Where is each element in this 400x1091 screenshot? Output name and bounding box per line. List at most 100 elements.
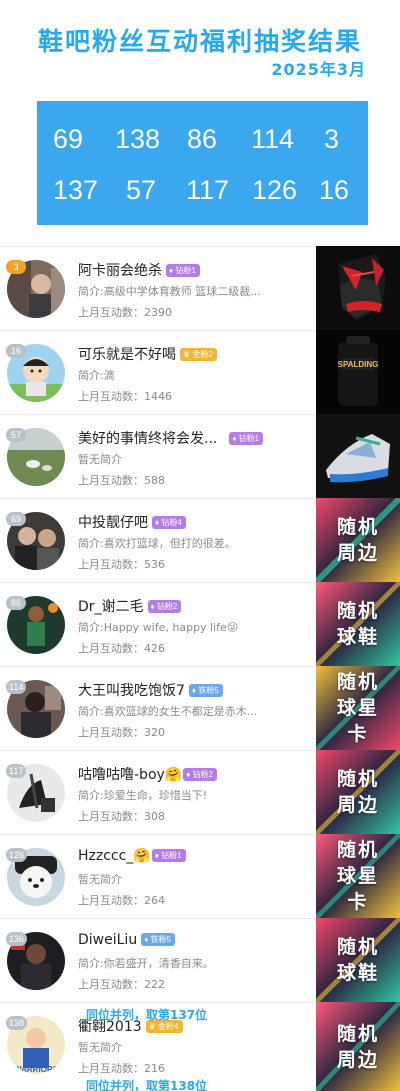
winner-name-text: 咕噜咕噜-boy: [78, 767, 165, 783]
divider: [0, 330, 316, 331]
diamond-icon: ♦: [191, 686, 197, 695]
prize-card: 随机球星卡: [316, 666, 400, 750]
prize-card: 随机周边: [316, 750, 400, 834]
winner-name-text: 阿卡丽会绝杀: [78, 263, 162, 279]
fan-level-badge: ♦ 钻粉2: [183, 768, 218, 781]
interaction-count: 上月互动数：588: [78, 474, 165, 487]
winner-name[interactable]: 美好的事情终将会发... ♦ 钻粉1: [78, 428, 264, 448]
prize-label: 随机周边: [336, 1022, 379, 1071]
fan-level-text: 金粉4: [158, 1022, 179, 1031]
interaction-count: 上月互动数：216: [78, 1062, 165, 1075]
fan-level-text: 钻粉2: [192, 770, 214, 779]
svg-text:SPALDING: SPALDING: [338, 360, 379, 369]
prize-label: 随机球星卡: [336, 839, 379, 913]
interaction-count: 上月互动数：1446: [78, 390, 172, 403]
winner-row[interactable]: 117 咕噜咕噜-boy🤗 ♦ 钻粉2 简介:珍爱生命，珍惜当下! 上月互动数：3…: [0, 750, 400, 834]
fan-level-text: 钻粉1: [161, 851, 182, 860]
winner-name-text: 中投靓仔吧: [78, 515, 148, 531]
winner-name[interactable]: 中投靓仔吧 ♦ 钻粉4: [78, 512, 186, 532]
winner-name[interactable]: 可乐就是不好喝 ♛ 金粉2: [78, 344, 217, 364]
winner-bio: 暂无简介: [78, 453, 122, 466]
interaction-count: 上月互动数：222: [78, 978, 165, 991]
interaction-count: 上月互动数：264: [78, 894, 165, 907]
winning-number: 114: [251, 124, 295, 154]
winner-name[interactable]: Dr_谢二毛 ♦ 钻粉2: [78, 596, 182, 616]
winner-row[interactable]: 114 大王叫我吃饱饭7 ♦ 铁粉5 简介:喜欢篮球的女生不都定是赤木... 上月…: [0, 666, 400, 750]
fan-level-badge: ♦ 钻粉1: [229, 432, 264, 445]
fan-level-badge: ♛ 金粉2: [180, 348, 217, 361]
prize-card: 随机球星卡: [316, 834, 400, 918]
winning-number: 117: [186, 175, 230, 205]
rank-badge: 136: [6, 932, 28, 946]
winner-bio: 简介:高级中学体育教师 篮球二级裁...: [78, 285, 261, 298]
winner-bio: 暂无简介: [78, 1041, 122, 1054]
interaction-count: 上月互动数：2390: [78, 306, 172, 319]
winning-number: 138: [115, 124, 161, 154]
winner-name[interactable]: 大王叫我吃饱饭7 ♦ 铁粉5: [78, 680, 223, 700]
winner-row[interactable]: 136 DiweiLiu ♦ 铁粉5 简介:你若盛开，清香自来。 上月互动数：22…: [0, 918, 400, 1002]
fan-level-text: 铁粉5: [198, 686, 219, 695]
winner-bio: 简介:珍爱生命，珍惜当下!: [78, 789, 208, 802]
winner-name-text: DiweiLiu: [78, 932, 138, 948]
fan-level-text: 钻粉1: [175, 266, 196, 275]
winning-numbers-row-2: 137 57 117 126 16: [37, 165, 368, 215]
interaction-count: 上月互动数：308: [78, 810, 165, 823]
winner-name[interactable]: 阿卡丽会绝杀 ♦ 钻粉1: [78, 260, 200, 280]
winner-name-text: 大王叫我吃饱饭7: [78, 683, 185, 699]
winner-name[interactable]: Hzzccc_🤗 ♦ 钻粉1: [78, 848, 186, 864]
rank-badge: 114: [6, 680, 27, 694]
fan-level-badge: ♦ 钻粉1: [151, 849, 186, 862]
divider: [0, 1002, 316, 1003]
divider: [0, 414, 316, 415]
winner-name-text: 美好的事情终将会发...: [78, 431, 218, 447]
tie-note-137: 同位并列，取第137位: [86, 1008, 208, 1022]
winner-row[interactable]: 57 美好的事情终将会发... ♦ 钻粉1 暂无简介 上月互动数：588: [0, 414, 400, 498]
winner-name-text: Hzzccc_: [78, 848, 134, 864]
winning-number: 16: [319, 175, 350, 205]
winner-name-text: Dr_谢二毛: [78, 599, 144, 615]
prize-label: 随机周边: [336, 768, 379, 816]
winner-bio: 简介:喜欢篮球的女生不都定是赤木...: [78, 705, 258, 718]
diamond-icon: ♦: [155, 518, 160, 527]
winner-bio: 简介:Happy wife, happy life😜: [78, 621, 239, 634]
divider: [0, 246, 316, 247]
rank-badge: 3: [6, 260, 26, 274]
divider: [0, 498, 316, 499]
diamond-icon: ♦: [169, 266, 174, 275]
fan-level-badge: ♦ 铁粉5: [188, 684, 223, 697]
winner-row[interactable]: 16 可乐就是不好喝 ♛ 金粉2 简介:滴 上月互动数：1446 SPALDING: [0, 330, 400, 414]
winner-bio: 简介:你若盛开，清香自来。: [78, 957, 214, 970]
winner-bio: 暂无简介: [78, 873, 122, 886]
winner-bio: 简介:喜欢打篮球，但打的很差。: [78, 537, 236, 550]
winner-row[interactable]: 86 Dr_谢二毛 ♦ 钻粉2 简介:Happy wife, happy life…: [0, 582, 400, 666]
winning-numbers-row-1: 69 138 86 114 3: [37, 114, 368, 164]
winner-name[interactable]: 咕噜咕噜-boy🤗 ♦ 钻粉2: [78, 764, 218, 784]
prize-image-blue-white-sneaker: [316, 414, 400, 498]
winning-number: 3: [324, 124, 340, 154]
crown-icon: ♛: [183, 350, 191, 359]
winner-row[interactable]: 69 中投靓仔吧 ♦ 钻粉4 简介:喜欢打篮球，但打的很差。 上月互动数：536 …: [0, 498, 400, 582]
winning-number: 126: [252, 175, 298, 205]
prize-label: 随机球星卡: [336, 671, 379, 745]
prize-label: 随机球鞋: [336, 600, 379, 648]
tie-note-138: 同位并列，取第138位: [86, 1079, 208, 1091]
fan-level-text: 钻粉4: [161, 518, 182, 527]
winning-number: 137: [53, 175, 99, 205]
winning-number: 69: [53, 124, 84, 154]
interaction-count: 上月互动数：426: [78, 642, 165, 655]
page-date: 2025年3月: [271, 60, 366, 79]
winner-row[interactable]: 3 阿卡丽会绝杀 ♦ 钻粉1 简介:高级中学体育教师 篮球二级裁... 上月互动数…: [0, 246, 400, 330]
page-title: 鞋吧粉丝互动福利抽奖结果: [37, 27, 362, 56]
winner-row[interactable]: 126 Hzzccc_🤗 ♦ 钻粉1 暂无简介 上月互动数：264 随机球星卡: [0, 834, 400, 918]
fan-level-text: 钻粉2: [156, 602, 178, 611]
prize-label: 随机球鞋: [336, 936, 379, 984]
fan-level-badge: ♦ 钻粉2: [147, 600, 182, 613]
hug-emoji-icon: 🤗: [164, 767, 183, 783]
rank-badge: 86: [6, 596, 26, 610]
prize-card: 随机周边: [316, 1002, 400, 1091]
winner-name[interactable]: DiweiLiu ♦ 铁粉5: [78, 932, 175, 948]
diamond-icon: ♦: [144, 935, 149, 944]
rank-badge: 57: [6, 428, 26, 442]
prize-card: 随机球鞋: [316, 582, 400, 666]
diamond-icon: ♦: [232, 434, 237, 443]
